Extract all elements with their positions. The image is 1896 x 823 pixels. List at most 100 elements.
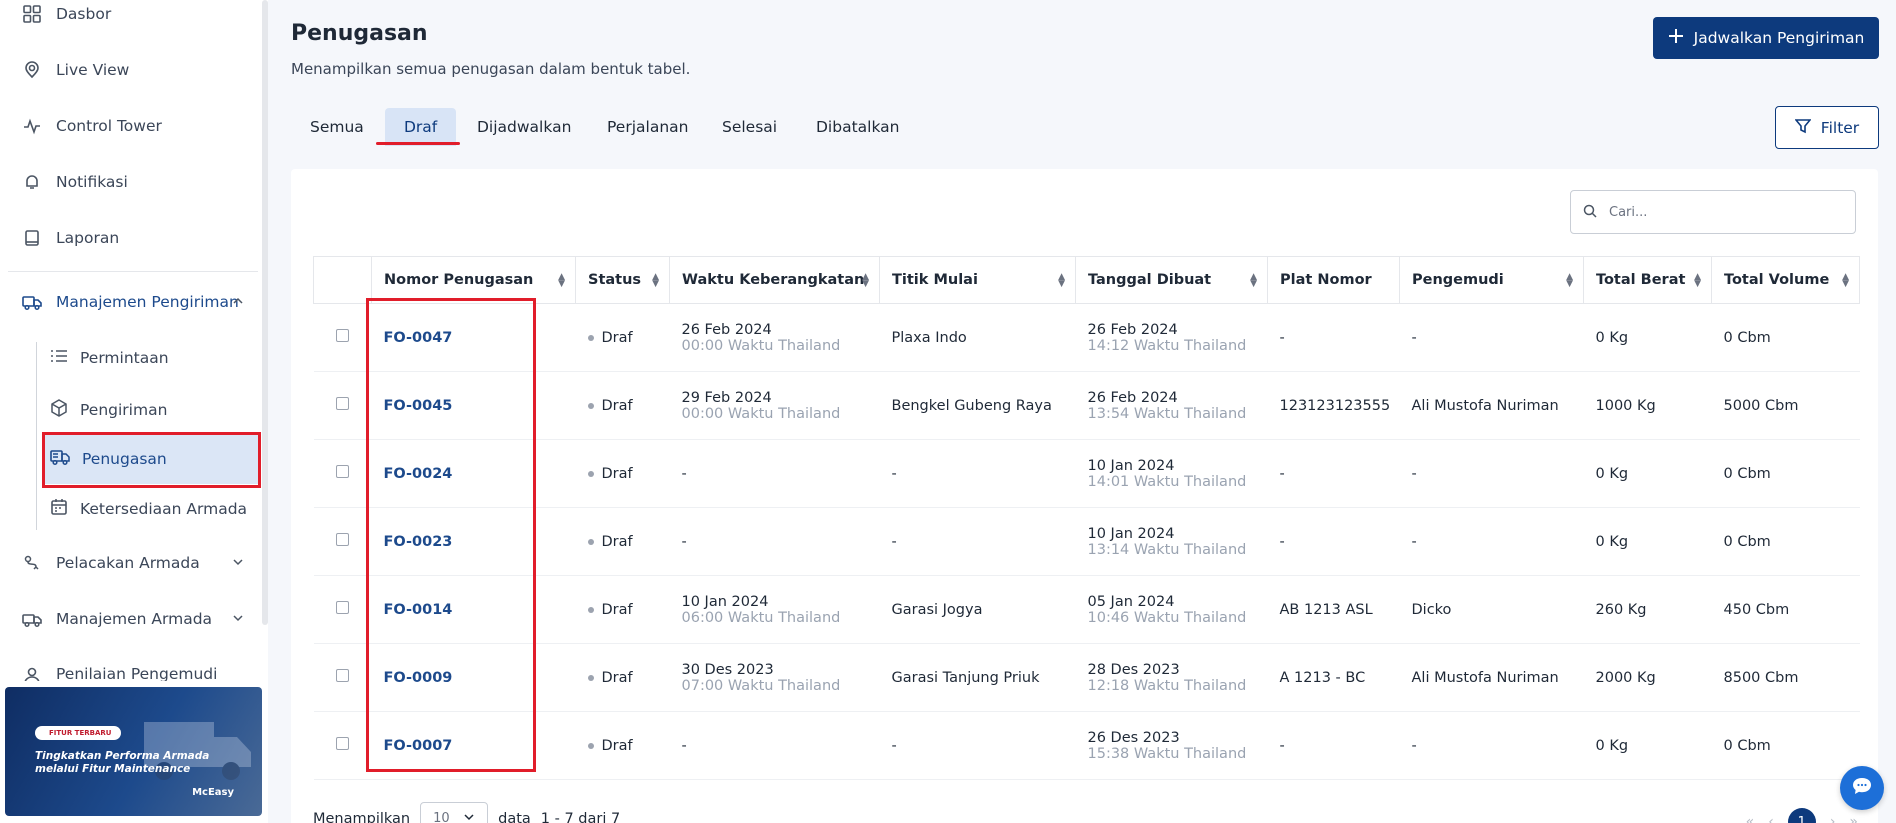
column-header[interactable]: Plat Nomor — [1267, 256, 1400, 304]
sidebar-item-penilaian-pengemudi[interactable]: Penilaian Pengemudi — [22, 665, 217, 681]
column-header[interactable]: Nomor Penugasan ▲ ▼ — [371, 256, 576, 304]
status-cell: Draf — [575, 439, 670, 508]
departure-cell: 30 Des 2023 07:00 Waktu Thailand — [669, 643, 880, 712]
created-time: 12:18 Waktu Thailand — [1087, 677, 1247, 694]
chevron-down-icon — [463, 811, 475, 823]
row-checkbox[interactable] — [336, 601, 349, 614]
next-page-icon[interactable]: › — [1830, 814, 1836, 823]
plus-icon — [1668, 28, 1684, 48]
column-header[interactable]: Tanggal Dibuat ▲ ▼ — [1075, 256, 1268, 304]
departure-cell: - — [669, 439, 880, 508]
sidebar-group-manajemen-pengiriman[interactable]: Manajemen Pengiriman — [22, 292, 244, 312]
table-row[interactable]: FO-0047 Draf 26 Feb 2024 00:00 Waktu Thaila… — [313, 303, 1860, 372]
column-header[interactable]: Pengemudi ▲ ▼ — [1399, 256, 1584, 304]
column-header[interactable]: Waktu Keberangkatan ▲ ▼ — [669, 256, 880, 304]
sidebar-item-control-tower[interactable]: Control Tower — [22, 116, 162, 136]
chat-icon — [1851, 776, 1873, 800]
tab-semua[interactable]: Semua — [291, 108, 383, 146]
row-checkbox[interactable] — [336, 533, 349, 546]
table-header-row: Nomor Penugasan ▲ ▼ Status ▲ ▼ Waktu Keberan… — [313, 256, 1860, 304]
sidebar-item-label: Manajemen Armada — [56, 610, 213, 628]
sidebar-group-manajemen-armada[interactable]: Manajemen Armada — [22, 609, 244, 629]
created-date: 10 Jan 2024 — [1087, 457, 1175, 474]
search-input[interactable] — [1609, 204, 1829, 220]
schedule-shipment-label: Jadwalkan Pengiriman — [1693, 29, 1865, 47]
fleet-icon — [22, 609, 42, 629]
table-row[interactable]: FO-0009 Draf 30 Des 2023 07:00 Waktu Thaila… — [313, 643, 1860, 712]
row-checkbox[interactable] — [336, 329, 349, 342]
sidebar-item-label: Live View — [56, 61, 130, 79]
current-page-button[interactable]: 1 — [1787, 808, 1816, 823]
sort-icon[interactable]: ▲ ▼ — [652, 273, 659, 289]
column-header[interactable]: Status ▲ ▼ — [575, 256, 670, 304]
page-size-select[interactable]: 10 — [420, 802, 489, 823]
row-checkbox[interactable] — [336, 737, 349, 750]
driver-cell: - — [1399, 711, 1584, 780]
departure-time: 07:00 Waktu Thailand — [681, 677, 841, 694]
table-row[interactable]: FO-0045 Draf 29 Feb 2024 00:00 Waktu Thaila… — [313, 371, 1860, 440]
sidebar-item-dasbor[interactable]: Dasbor — [22, 4, 111, 24]
sort-icon[interactable]: ▲ ▼ — [558, 273, 565, 289]
table-row[interactable]: FO-0007 Draf - -26 Des 2023 15:38 Waktu Thai… — [313, 711, 1860, 780]
row-checkbox[interactable] — [336, 397, 349, 410]
column-header-label: Titik Mulai — [892, 272, 978, 288]
table-row[interactable]: FO-0023 Draf - -10 Jan 2024 13:14 Waktu Thai… — [313, 507, 1860, 576]
column-header[interactable]: Titik Mulai ▲ ▼ — [879, 256, 1076, 304]
column-header[interactable]: Total Berat ▲ ▼ — [1583, 256, 1712, 304]
table-row[interactable]: FO-0024 Draf - -10 Jan 2024 14:01 Waktu Thai… — [313, 439, 1860, 508]
tab-selesai[interactable]: Selesai — [703, 108, 796, 146]
sidebar-scrollbar[interactable] — [262, 0, 268, 625]
sidebar-item-laporan[interactable]: Laporan — [22, 228, 119, 248]
truck-icon — [22, 292, 42, 312]
pulse-icon — [22, 116, 42, 136]
status-label: Draf — [601, 397, 633, 414]
sidebar-item-permintaan[interactable]: Permintaan — [50, 349, 169, 367]
sort-icon[interactable]: ▲ ▼ — [1694, 273, 1701, 289]
sidebar-item-live-view[interactable]: Live View — [22, 60, 129, 80]
start-point-cell: Bengkel Gubeng Raya — [879, 371, 1076, 440]
row-checkbox[interactable] — [336, 465, 349, 478]
tab-perjalanan[interactable]: Perjalanan — [588, 108, 707, 146]
search-box[interactable] — [1570, 190, 1856, 234]
tab-draf[interactable]: Draf — [385, 108, 457, 146]
first-page-icon[interactable]: « — [1746, 814, 1755, 823]
sidebar-item-notifikasi[interactable]: Notifikasi — [22, 172, 128, 192]
created-time: 14:01 Waktu Thailand — [1087, 473, 1247, 490]
sidebar-item-ketersediaan-armada[interactable]: Ketersediaan Armada — [50, 498, 247, 520]
departure-cell: 29 Feb 2024 00:00 Waktu Thailand — [669, 371, 880, 440]
sort-icon[interactable]: ▲ ▼ — [1250, 273, 1257, 289]
created-date: 26 Feb 2024 — [1087, 389, 1178, 406]
created-cell: 26 Feb 2024 14:12 Waktu Thailand — [1075, 303, 1268, 372]
sort-icon[interactable]: ▲ ▼ — [1842, 273, 1849, 289]
promo-banner[interactable]: FITUR TERBARU Tingkatkan Performa Armada… — [5, 687, 262, 816]
start-point-cell: - — [879, 507, 1076, 576]
sidebar-item-label: Pelacakan Armada — [56, 554, 200, 572]
row-checkbox[interactable] — [336, 669, 349, 682]
last-page-icon[interactable]: » — [1849, 814, 1858, 823]
driver-cell: Ali Mustofa Nuriman — [1399, 643, 1584, 712]
sidebar-divider — [8, 271, 258, 272]
column-header-label: Status — [588, 272, 642, 288]
tab-dijadwalkan[interactable]: Dijadwalkan — [458, 108, 590, 146]
schedule-shipment-button[interactable]: Jadwalkan Pengiriman — [1653, 17, 1879, 59]
location-icon — [22, 60, 42, 80]
sidebar-item-pengiriman[interactable]: Pengiriman — [50, 399, 167, 421]
chat-support-button[interactable] — [1840, 766, 1884, 810]
status-dot-icon — [587, 470, 594, 477]
sort-icon[interactable]: ▲ ▼ — [1566, 273, 1573, 289]
sidebar-group-label: Manajemen Pengiriman — [56, 293, 239, 311]
prev-page-icon[interactable]: ‹ — [1768, 814, 1774, 823]
status-badge: Draf — [587, 397, 658, 414]
plate-cell: - — [1267, 303, 1400, 372]
sidebar-group-pelacakan-armada[interactable]: Pelacakan Armada — [22, 553, 244, 573]
filter-button[interactable]: Filter — [1775, 106, 1879, 149]
plate-cell: AB 1213 ASL — [1267, 575, 1400, 644]
sort-icon[interactable]: ▲ ▼ — [1058, 273, 1065, 289]
tab-dibatalkan[interactable]: Dibatalkan — [797, 108, 919, 146]
status-badge: Draf — [587, 330, 658, 346]
chevron-down-icon — [232, 610, 244, 628]
chevron-up-icon — [232, 293, 244, 311]
table-row[interactable]: FO-0014 Draf 10 Jan 2024 06:00 Waktu Thaila… — [313, 575, 1860, 644]
column-header[interactable]: Total Volume ▲ ▼ — [1711, 256, 1860, 304]
sort-icon[interactable]: ▲ ▼ — [862, 273, 869, 289]
